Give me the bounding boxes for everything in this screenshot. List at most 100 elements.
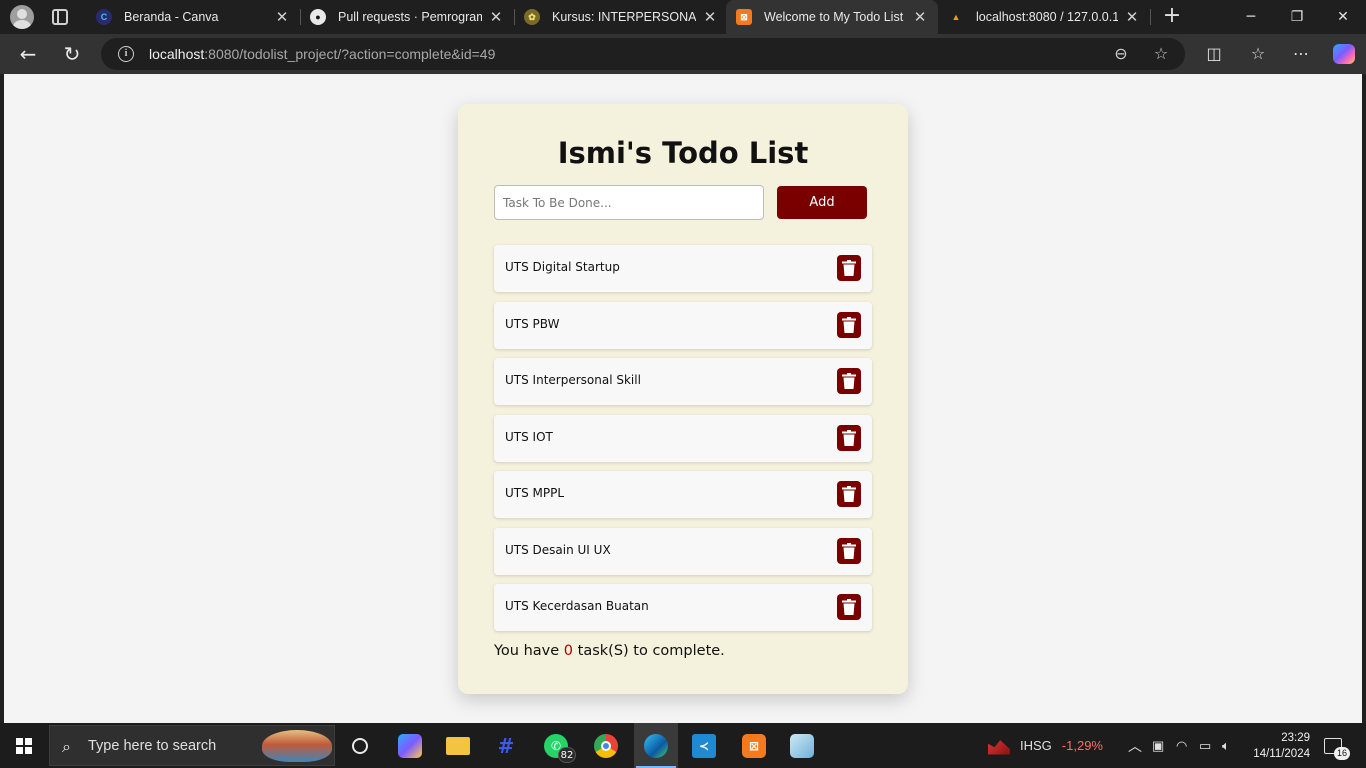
task-item[interactable]: UTS MPPL bbox=[494, 471, 872, 518]
split-screen-icon[interactable]: ◫ bbox=[1203, 43, 1225, 65]
url-text[interactable]: localhost:8080/todolist_project/?action=… bbox=[149, 46, 495, 62]
site-info-icon[interactable]: i bbox=[118, 46, 134, 62]
windows-start-icon[interactable] bbox=[16, 738, 32, 754]
page-viewport: Ismi's Todo List Add UTS Digital Startup… bbox=[4, 74, 1362, 723]
more-menu-icon[interactable]: ⋯ bbox=[1290, 43, 1312, 65]
task-list: UTS Digital Startup UTS PBW UTS Interper… bbox=[494, 245, 872, 641]
search-placeholder: Type here to search bbox=[88, 738, 217, 754]
tab-course[interactable]: ✿ Kursus: INTERPERSONAL SKILL ✕ bbox=[514, 0, 728, 34]
trash-icon bbox=[842, 599, 856, 615]
delete-task-button[interactable] bbox=[837, 255, 861, 281]
notification-badge: 16 bbox=[1334, 747, 1351, 760]
task-view-icon bbox=[352, 737, 368, 754]
volume-icon[interactable]: 🔈︎ bbox=[1222, 723, 1230, 768]
notepad-app[interactable] bbox=[780, 723, 824, 768]
vscode-app[interactable]: ≺ bbox=[682, 723, 726, 768]
tab-title: Welcome to My Todo List bbox=[764, 10, 904, 24]
system-clock[interactable]: 23:29 14/11/2024 bbox=[1248, 730, 1310, 762]
close-tab-icon[interactable]: ✕ bbox=[912, 8, 928, 26]
task-input[interactable] bbox=[494, 185, 764, 220]
task-name: UTS Kecerdasan Buatan bbox=[505, 599, 649, 613]
close-tab-icon[interactable]: ✕ bbox=[488, 8, 504, 26]
delete-task-button[interactable] bbox=[837, 368, 861, 394]
restore-button[interactable]: ❐ bbox=[1274, 0, 1320, 34]
chrome-app[interactable] bbox=[584, 723, 628, 768]
close-window-button[interactable]: ✕ bbox=[1320, 0, 1366, 34]
close-tab-icon[interactable]: ✕ bbox=[1124, 8, 1140, 26]
stock-widget[interactable]: IHSG -1,29% bbox=[988, 723, 1103, 768]
task-summary: You have 0 task(S) to complete. bbox=[494, 643, 725, 659]
task-item[interactable]: UTS IOT bbox=[494, 414, 872, 462]
address-bar[interactable]: i localhost:8080/todolist_project/?actio… bbox=[101, 38, 1185, 70]
whatsapp-app[interactable]: ✆ 82 bbox=[534, 723, 578, 768]
task-item[interactable]: UTS Interpersonal Skill bbox=[494, 358, 872, 405]
folder-icon bbox=[446, 736, 470, 755]
taskbar-search[interactable]: ⌕ Type here to search bbox=[49, 725, 335, 766]
clock-date: 14/11/2024 bbox=[1253, 748, 1310, 760]
refresh-icon[interactable]: ↻ bbox=[60, 42, 84, 66]
xampp-icon: ⊠ bbox=[736, 9, 752, 25]
search-icon: ⌕ bbox=[62, 737, 71, 756]
hash-icon: # bbox=[497, 733, 515, 758]
file-explorer-app[interactable] bbox=[436, 723, 480, 768]
new-tab-button[interactable]: + bbox=[1162, 5, 1182, 27]
task-name: UTS MPPL bbox=[505, 486, 565, 500]
zoom-out-icon[interactable]: ⊖ bbox=[1111, 44, 1131, 64]
copilot-icon[interactable] bbox=[1333, 44, 1355, 64]
task-name: UTS Interpersonal Skill bbox=[505, 373, 641, 387]
delete-task-button[interactable] bbox=[837, 481, 861, 507]
profile-avatar[interactable] bbox=[10, 5, 34, 29]
task-view-button[interactable] bbox=[338, 723, 382, 768]
page-title: Ismi's Todo List bbox=[557, 136, 809, 170]
notification-center[interactable]: 16 bbox=[1324, 723, 1351, 768]
trash-icon bbox=[842, 486, 856, 502]
tab-actions-icon[interactable] bbox=[52, 9, 68, 25]
task-item[interactable]: UTS Digital Startup bbox=[494, 245, 872, 292]
task-count: 0 bbox=[563, 643, 574, 659]
tab-title: Pull requests · Pemrograman bbox=[338, 10, 482, 24]
favorites-icon[interactable]: ☆ bbox=[1247, 43, 1269, 65]
tab-canva[interactable]: C Beranda - Canva ✕ bbox=[86, 0, 300, 34]
wifi-icon[interactable]: ◠ bbox=[1176, 723, 1187, 768]
favorite-star-icon[interactable]: ☆ bbox=[1151, 44, 1171, 64]
task-name: UTS Digital Startup bbox=[505, 260, 620, 274]
tab-title: localhost:8080 / 127.0.0.1 / todo bbox=[976, 10, 1118, 24]
stock-chart-icon bbox=[988, 740, 1010, 755]
task-item[interactable]: UTS Desain UI UX bbox=[494, 527, 872, 575]
xampp-icon: ⊠ bbox=[742, 733, 766, 758]
copilot-icon bbox=[398, 733, 422, 758]
trash-icon bbox=[842, 373, 856, 389]
clock-time: 23:29 bbox=[1281, 732, 1310, 744]
copilot-app[interactable] bbox=[388, 723, 432, 768]
vscode-insiders-app[interactable]: # bbox=[484, 723, 528, 768]
minimize-button[interactable]: ─ bbox=[1228, 0, 1274, 34]
browser-toolbar: ← ↻ i localhost:8080/todolist_project/?a… bbox=[0, 34, 1366, 74]
back-icon[interactable]: ← bbox=[16, 42, 40, 66]
taskbar: ⌕ Type here to search # ✆ 82 ≺ ⊠ IHSG -1… bbox=[0, 723, 1366, 768]
add-task-button[interactable]: Add bbox=[777, 186, 867, 219]
show-hidden-icons[interactable]: ︿ bbox=[1128, 723, 1142, 768]
tab-github[interactable]: ● Pull requests · Pemrograman ✕ bbox=[300, 0, 514, 34]
task-name: UTS PBW bbox=[505, 316, 560, 331]
course-icon: ✿ bbox=[524, 9, 540, 25]
task-item[interactable]: UTS PBW bbox=[494, 301, 872, 349]
battery-icon[interactable]: ▭ bbox=[1199, 723, 1211, 768]
trash-icon bbox=[842, 542, 856, 559]
delete-task-button[interactable] bbox=[837, 424, 861, 451]
close-tab-icon[interactable]: ✕ bbox=[274, 8, 290, 26]
stock-label: IHSG bbox=[1020, 738, 1052, 753]
trash-icon bbox=[842, 316, 856, 333]
delete-task-button[interactable] bbox=[837, 311, 861, 338]
notepad-icon bbox=[790, 733, 814, 758]
delete-task-button[interactable] bbox=[837, 594, 861, 620]
edge-app[interactable] bbox=[634, 723, 678, 768]
task-name: UTS IOT bbox=[505, 429, 553, 444]
delete-task-button[interactable] bbox=[837, 537, 861, 564]
tab-divider bbox=[1150, 9, 1151, 25]
tab-todo-list[interactable]: ⊠ Welcome to My Todo List ✕ bbox=[726, 0, 938, 34]
meet-icon[interactable]: ▣ bbox=[1152, 723, 1164, 768]
task-item[interactable]: UTS Kecerdasan Buatan bbox=[494, 584, 872, 631]
xampp-app[interactable]: ⊠ bbox=[732, 723, 776, 768]
close-tab-icon[interactable]: ✕ bbox=[702, 8, 718, 26]
tab-phpmyadmin[interactable]: ▲ localhost:8080 / 127.0.0.1 / todo ✕ bbox=[938, 0, 1150, 34]
